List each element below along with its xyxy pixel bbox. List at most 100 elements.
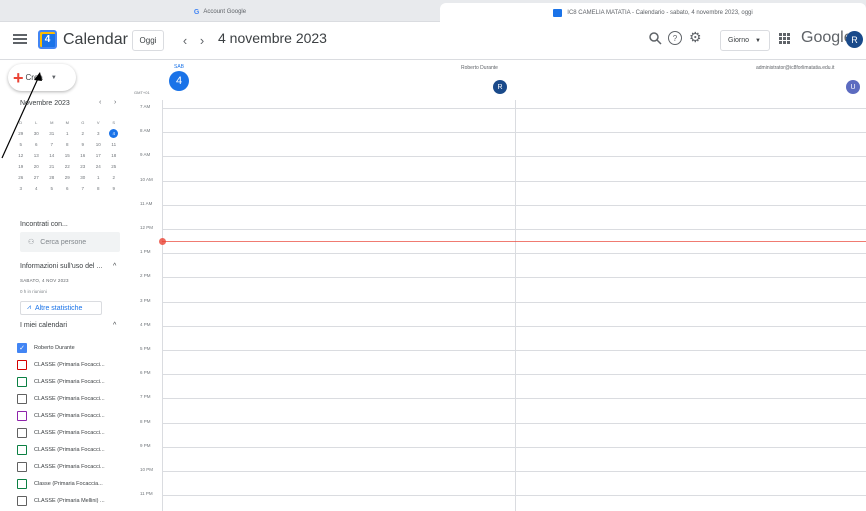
calendar-checkbox[interactable]	[17, 478, 27, 489]
calendar-list-item[interactable]: Classe (Primaria Focaccia...	[17, 475, 129, 492]
calendar-checkbox[interactable]	[17, 410, 27, 421]
calendar-checkbox[interactable]	[17, 393, 27, 404]
more-stats-button[interactable]: ⩘ Altre statistiche	[20, 301, 102, 315]
hour-gridline	[163, 422, 866, 424]
column-owner-avatar[interactable]: U	[846, 80, 860, 94]
mini-calendar-day[interactable]: 8	[60, 139, 76, 150]
search-people-input[interactable]: ⚇ Cerca persone	[20, 232, 120, 252]
settings-gear-icon[interactable]: ⚙	[689, 29, 702, 46]
calendar-list-item[interactable]: CLASSE (Primaria Focacci...	[17, 356, 129, 373]
mini-calendar-day[interactable]: 12	[13, 150, 29, 161]
mini-calendar-day[interactable]: 2	[75, 128, 91, 139]
hour-gridline	[163, 156, 866, 158]
mini-calendar-day[interactable]: 7	[44, 139, 60, 150]
mini-calendar-day[interactable]: 18	[106, 150, 122, 161]
account-avatar[interactable]: R	[846, 31, 863, 48]
day-header: SAB 4 Roberto Durante R administrator@ic…	[132, 60, 866, 100]
calendar-name: Classe (Primaria Focaccia...	[34, 480, 103, 487]
mini-calendar-day[interactable]: 22	[60, 161, 76, 172]
hour-gridline	[163, 301, 866, 303]
mini-calendar-day[interactable]: 5	[13, 139, 29, 150]
mini-calendar-day[interactable]: 8	[91, 183, 107, 194]
mini-calendar-day[interactable]: 26	[13, 172, 29, 183]
mini-calendar-day[interactable]: 10	[91, 139, 107, 150]
mini-calendar-day[interactable]: 1	[60, 128, 76, 139]
today-button[interactable]: Oggi	[132, 30, 164, 51]
calendar-checkbox[interactable]	[17, 461, 27, 472]
mini-calendar-prev-button[interactable]: ‹	[99, 99, 101, 106]
help-icon[interactable]: ?	[668, 31, 682, 45]
mini-calendar-day[interactable]: 3	[91, 128, 107, 139]
my-calendars-header[interactable]: I miei calendari	[20, 322, 67, 329]
hour-gridline	[163, 325, 866, 327]
mini-calendar-day[interactable]: 29	[13, 128, 29, 139]
mini-calendar-day[interactable]: 6	[29, 139, 45, 150]
mini-calendar-day[interactable]: 28	[44, 172, 60, 183]
time-insights-header[interactable]: Informazioni sull'uso del ...	[20, 263, 120, 270]
day-number[interactable]: 4	[169, 71, 189, 91]
browser-tab-account[interactable]: G Account Google	[0, 4, 440, 20]
chevron-up-icon[interactable]: ^	[113, 322, 116, 329]
view-selector[interactable]: Giorno ▼	[720, 30, 770, 51]
mini-calendar-day[interactable]: 31	[44, 128, 60, 139]
mini-calendar-day[interactable]: 20	[29, 161, 45, 172]
calendar-checkbox[interactable]	[17, 376, 27, 387]
mini-calendar-day[interactable]: 11	[106, 139, 122, 150]
mini-calendar-day[interactable]: 2	[106, 172, 122, 183]
calendar-checkbox[interactable]: ✓	[17, 342, 27, 353]
column-owner-name: Roberto Durante	[461, 65, 498, 71]
calendar-list-item[interactable]: CLASSE (Primaria Focacci...	[17, 390, 129, 407]
mini-calendar-day[interactable]: 6	[60, 183, 76, 194]
mini-calendar-day[interactable]: 16	[75, 150, 91, 161]
mini-calendar-day[interactable]: 14	[44, 150, 60, 161]
mini-calendar-day[interactable]: 13	[29, 150, 45, 161]
calendar-favicon-icon	[553, 8, 563, 17]
mini-calendar-day[interactable]: 3	[13, 183, 29, 194]
browser-tab-calendar[interactable]: IC8 CAMELIA MATATIA - Calendario - sabat…	[440, 3, 866, 22]
google-apps-icon[interactable]	[779, 33, 790, 44]
mini-calendar-day[interactable]: 4	[106, 128, 122, 139]
mini-calendar-day[interactable]: 9	[75, 139, 91, 150]
hour-label: 4 PM	[140, 321, 151, 327]
mini-calendar-day[interactable]: 30	[29, 128, 45, 139]
chevron-up-icon[interactable]: ^	[113, 263, 116, 270]
search-icon[interactable]	[648, 31, 662, 45]
calendar-list-item[interactable]: CLASSE (Primaria Focacci...	[17, 458, 129, 475]
calendar-name: CLASSE (Primaria Focacci...	[34, 446, 105, 453]
mini-calendar-day[interactable]: 9	[106, 183, 122, 194]
hour-gridline	[163, 350, 866, 351]
mini-calendar-day[interactable]: 7	[75, 183, 91, 194]
column-owner-avatar[interactable]: R	[493, 80, 507, 94]
mini-calendar-day[interactable]: 21	[44, 161, 60, 172]
mini-calendar-day[interactable]: 17	[91, 150, 107, 161]
calendar-list-item[interactable]: CLASSE (Primaria Focacci...	[17, 407, 129, 424]
calendar-list-item[interactable]: CLASSE (Primaria Focacci...	[17, 373, 129, 390]
mini-calendar-day[interactable]: 23	[75, 161, 91, 172]
mini-calendar-day[interactable]: 15	[60, 150, 76, 161]
mini-calendar-day[interactable]: 30	[75, 172, 91, 183]
calendar-list-item[interactable]: CLASSE (Primaria Mellini) ...	[17, 492, 129, 509]
mini-calendar-day[interactable]: 4	[29, 183, 45, 194]
calendar-list-item[interactable]: CLASSE (Primaria Focacci...	[17, 441, 129, 458]
mini-calendar-day[interactable]: 25	[106, 161, 122, 172]
previous-day-button[interactable]: ‹	[178, 30, 192, 50]
main-menu-icon[interactable]	[13, 32, 27, 46]
time-grid[interactable]	[162, 100, 866, 511]
trend-icon: ⩘	[27, 304, 31, 311]
calendar-checkbox[interactable]	[17, 495, 27, 506]
mini-calendar-day[interactable]: 5	[44, 183, 60, 194]
calendar-list-item[interactable]: ✓ Roberto Durante	[17, 339, 129, 356]
calendar-checkbox[interactable]	[17, 359, 27, 370]
mini-calendar-day[interactable]: 29	[60, 172, 76, 183]
next-day-button[interactable]: ›	[195, 30, 209, 50]
mini-calendar-day[interactable]: 24	[91, 161, 107, 172]
mini-calendar-next-button[interactable]: ›	[114, 99, 116, 106]
hour-label: 12 PM	[140, 225, 154, 230]
time-insights-date: SABATO, 4 NOV 2023	[20, 278, 69, 283]
calendar-checkbox[interactable]	[17, 444, 27, 455]
calendar-checkbox[interactable]	[17, 427, 27, 438]
mini-calendar-day[interactable]: 27	[29, 172, 45, 183]
mini-calendar-day[interactable]: 1	[91, 172, 107, 183]
calendar-list-item[interactable]: CLASSE (Primaria Focacci...	[17, 424, 129, 441]
mini-calendar-day[interactable]: 19	[13, 161, 29, 172]
